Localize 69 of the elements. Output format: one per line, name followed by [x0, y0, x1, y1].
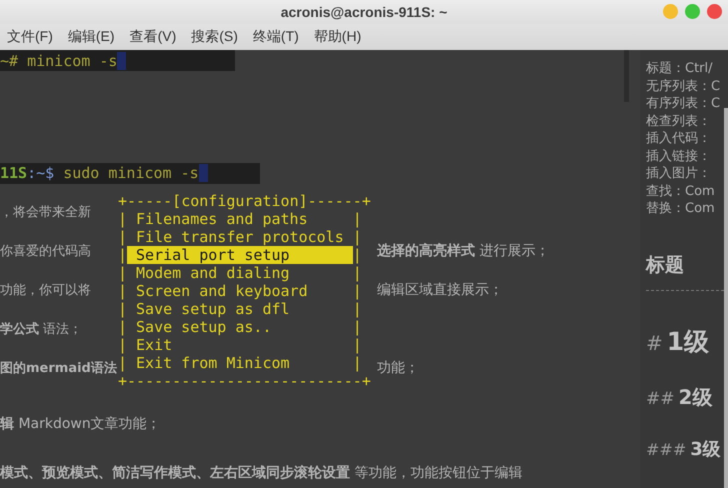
config-menu-item[interactable]: Modem and dialing — [127, 264, 353, 282]
menu-item[interactable]: 搜索(S) — [186, 26, 243, 48]
menu-border: +--------------------------+ — [118, 372, 371, 390]
menu-border: | — [352, 210, 362, 228]
heading-marker: ### — [646, 440, 686, 458]
window-title: acronis@acronis-911S: ~ — [280, 4, 448, 20]
menu-border: | — [118, 246, 128, 264]
config-menu-item[interactable]: Save setup as.. — [127, 318, 353, 336]
cursor-icon — [198, 164, 208, 182]
scrollbar[interactable] — [624, 50, 629, 102]
shortcut-text: 标题：Ctrl/ — [646, 60, 714, 78]
shortcut-text: 插入图片： — [646, 165, 712, 182]
heading-sample: 1级 — [666, 326, 710, 358]
section-heading: 标题 — [646, 252, 685, 278]
menu-item[interactable]: 帮助(H) — [308, 26, 366, 48]
editor-text: 图的mermaid语法 — [0, 360, 117, 377]
menu-border: | — [118, 282, 128, 300]
menu-border: | — [352, 300, 362, 318]
close-button[interactable] — [707, 4, 722, 19]
editor-text: 学公式 语法； — [0, 320, 82, 338]
config-menu-item[interactable]: Save setup as dfl — [127, 300, 353, 318]
config-menu-item[interactable]: Exit from Minicom — [127, 354, 353, 372]
maximize-button[interactable] — [685, 4, 700, 19]
menu-border: | — [352, 318, 362, 336]
menu-item[interactable]: 查看(V) — [124, 26, 182, 48]
shortcut-text: 插入链接： — [646, 148, 712, 165]
menu-item[interactable]: 编辑(E) — [62, 26, 120, 48]
menu-border: | — [352, 282, 362, 300]
menu-border: | — [352, 354, 362, 372]
shortcut-text: 检查列表： — [646, 112, 712, 130]
shortcut-text: 查找：Com — [646, 182, 716, 200]
editor-text: 选择的高亮样式 进行展示； — [376, 242, 550, 260]
menu-border: | — [352, 246, 362, 264]
menu-border: | — [352, 228, 362, 246]
shortcut-text: 无序列表：C — [646, 78, 722, 95]
menu-border: | — [118, 228, 128, 246]
config-menu-item[interactable]: Screen and keyboard — [127, 282, 353, 300]
editor-text: 编辑区域直接展示； — [376, 281, 503, 300]
menu-border: | — [118, 264, 128, 282]
config-menu-item[interactable]: File transfer protocols — [127, 228, 353, 246]
menu-item[interactable]: 终端(T) — [248, 26, 304, 48]
menu-border: | — [118, 318, 128, 336]
menu-item[interactable]: 文件(F) — [2, 26, 58, 48]
config-menu-item[interactable]: Exit — [127, 336, 353, 354]
editor-text: 功能，你可以将 — [0, 282, 91, 300]
config-menu-item[interactable]: Filenames and paths — [127, 210, 353, 228]
heading-sample: 3级 — [690, 438, 721, 460]
config-menu-item[interactable]: Serial port setup — [127, 246, 353, 264]
heading-sample: 2级 — [678, 384, 712, 410]
scrollbar[interactable] — [724, 108, 728, 488]
editor-text: 功能； — [376, 358, 419, 377]
heading-marker: ## — [646, 388, 674, 408]
menu-border: | — [118, 300, 128, 318]
shortcut-text: 有序列表：C — [646, 95, 722, 112]
minimize-button[interactable] — [663, 4, 678, 19]
shortcut-text: 插入代码： — [646, 130, 712, 148]
shortcut-text: 替换：Com — [646, 200, 716, 218]
editor-text: ，将会带来全新 — [0, 204, 91, 222]
cursor-icon — [117, 52, 126, 70]
editor-text: 模式、预览模式、简洁写作模式、左右区域同步滚轮设置 等功能，功能按钮位于编辑 — [0, 464, 522, 482]
editor-text: 你喜爱的代码高 — [0, 243, 91, 260]
menu-border: +-----[configuration]------+ — [118, 192, 371, 210]
editor-text: 辑 Markdown文章功能； — [0, 415, 161, 434]
menu-border: | — [118, 210, 128, 228]
menu-border: | — [118, 336, 128, 354]
heading-marker: # — [646, 330, 663, 354]
menu-border: | — [118, 354, 128, 372]
menu-border: | — [352, 264, 362, 282]
menu-border: | — [352, 336, 362, 354]
